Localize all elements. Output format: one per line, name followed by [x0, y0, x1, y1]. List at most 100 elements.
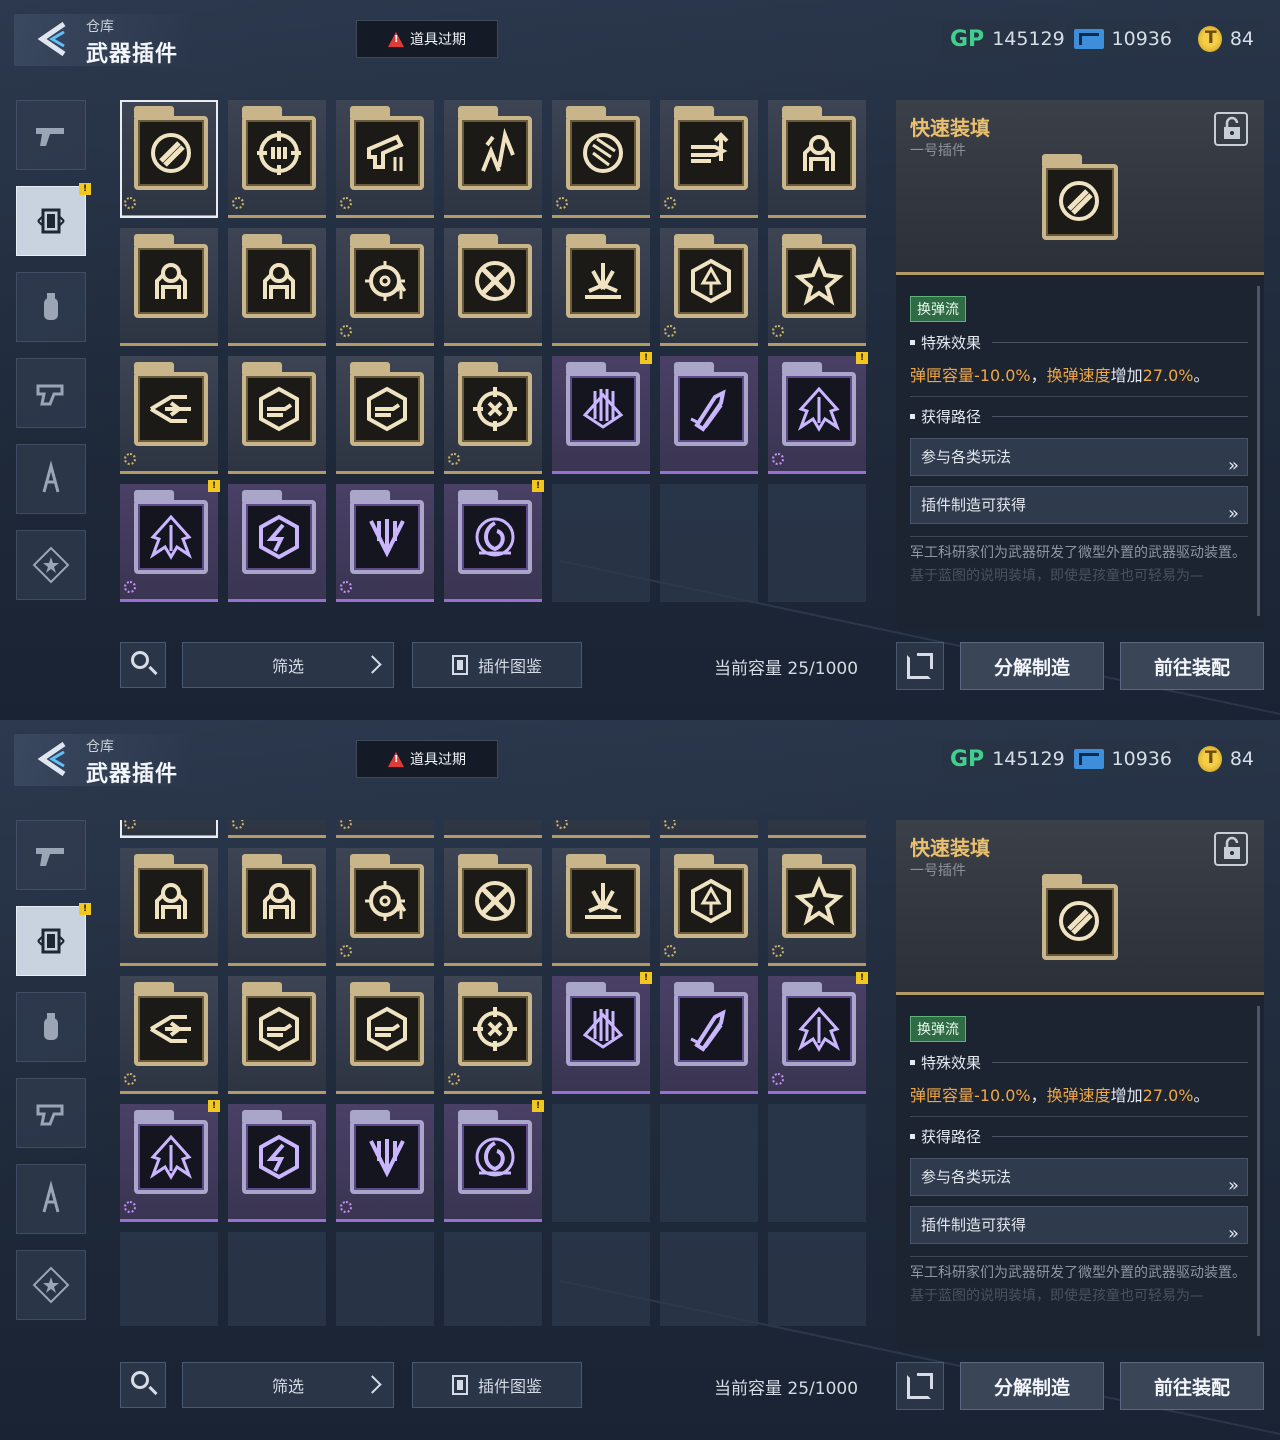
plugin-slot[interactable]	[552, 228, 650, 346]
item-expire-button[interactable]: 道具过期	[356, 740, 498, 778]
plugin-slot[interactable]	[444, 976, 542, 1094]
jet-up-icon	[797, 1006, 841, 1052]
arrows-up-icon	[481, 127, 515, 172]
plugin-slot[interactable]: !	[120, 1100, 220, 1222]
sidebar-tab-star-badge[interactable]	[16, 530, 86, 600]
currency-gp-value: 145129	[992, 28, 1065, 50]
plugin-slot[interactable]	[552, 100, 650, 218]
plugin-slot[interactable]	[120, 356, 218, 474]
plugin-slot[interactable]	[444, 848, 542, 966]
plugin-slot[interactable]	[336, 976, 434, 1094]
plugin-slot[interactable]: !	[768, 972, 868, 1094]
plugin-slot[interactable]	[228, 848, 326, 966]
plugin-codex-button[interactable]: 插件图鉴	[412, 1362, 582, 1408]
plugin-slot[interactable]	[120, 100, 218, 218]
detail-scrollbar[interactable]	[1257, 286, 1260, 616]
plugin-slot[interactable]: !	[120, 480, 220, 602]
plugin-slot[interactable]	[336, 356, 434, 474]
plugin-slot[interactable]	[120, 228, 218, 346]
route-item-gameplay[interactable]: 参与各类玩法 »	[910, 1158, 1248, 1196]
plugin-slot[interactable]	[228, 100, 326, 218]
detail-scrollbar[interactable]	[1257, 1006, 1260, 1336]
equipped-gear-icon	[772, 453, 784, 465]
plugin-slot[interactable]	[768, 820, 866, 838]
plugin-slot[interactable]	[228, 484, 326, 602]
back-arrow-icon[interactable]	[34, 740, 74, 778]
plugin-slot[interactable]	[228, 820, 326, 838]
plugin-slot[interactable]	[228, 228, 326, 346]
plugin-slot[interactable]	[768, 228, 866, 346]
hex-arrow-icon	[691, 258, 731, 304]
sidebar-tab-plugin[interactable]: !	[16, 183, 91, 256]
sidebar-tab-plugin[interactable]: !	[16, 903, 91, 976]
search-button[interactable]	[120, 1362, 166, 1408]
plugin-slot[interactable]	[552, 848, 650, 966]
plugin-slot[interactable]	[336, 848, 434, 966]
filter-button[interactable]: 筛选	[182, 1362, 394, 1408]
plugin-slot[interactable]	[444, 356, 542, 474]
route-item-gameplay[interactable]: 参与各类玩法 »	[910, 438, 1248, 476]
plugin-slot[interactable]	[660, 356, 758, 474]
search-button[interactable]	[120, 642, 166, 688]
equipped-gear-icon	[340, 945, 352, 957]
plugin-slot[interactable]	[228, 976, 326, 1094]
plugin-slot[interactable]	[660, 820, 758, 838]
sidebar-tab-pistol[interactable]	[16, 820, 86, 890]
plugin-slot[interactable]	[336, 820, 434, 838]
plugin-slot[interactable]	[120, 820, 218, 838]
plugin-slot[interactable]	[768, 848, 866, 966]
currency-coin-value: 84	[1229, 28, 1254, 50]
sidebar-tab-pistol[interactable]	[16, 100, 86, 170]
gun-upgrade-icon	[367, 134, 404, 171]
reload-bullets-icon	[1059, 181, 1099, 221]
plugin-slot[interactable]	[660, 228, 758, 346]
lock-button[interactable]	[1214, 112, 1248, 146]
plugin-slot[interactable]	[336, 484, 434, 602]
route-item-crafting[interactable]: 插件制造可获得 »	[910, 486, 1248, 524]
plugin-codex-button[interactable]: 插件图鉴	[412, 642, 582, 688]
filter-button[interactable]: 筛选	[182, 642, 394, 688]
route-item-crafting[interactable]: 插件制造可获得 »	[910, 1206, 1248, 1244]
plugin-slot[interactable]	[336, 228, 434, 346]
sidebar-tab-gadget[interactable]	[16, 358, 86, 428]
item-expire-button[interactable]: 道具过期	[356, 20, 498, 58]
plugin-slot[interactable]	[444, 100, 542, 218]
plugin-chip	[782, 982, 856, 1066]
share-button[interactable]	[896, 1362, 944, 1410]
plugin-chip	[458, 982, 532, 1066]
plugin-slot[interactable]	[660, 100, 758, 218]
plugin-slot[interactable]: !	[552, 352, 652, 474]
dismantle-button[interactable]: 分解制造	[960, 642, 1104, 690]
plugin-slot[interactable]	[444, 228, 542, 346]
plugin-slot[interactable]	[768, 100, 866, 218]
plugin-slot[interactable]	[660, 976, 758, 1094]
plugin-slot[interactable]	[228, 1104, 326, 1222]
share-button[interactable]	[896, 642, 944, 690]
lock-button[interactable]	[1214, 832, 1248, 866]
equip-button[interactable]: 前往装配	[1120, 642, 1264, 690]
plugin-slot[interactable]: !	[768, 352, 868, 474]
plugin-slot[interactable]	[552, 820, 650, 838]
plugin-slot[interactable]: !	[444, 1100, 544, 1222]
sidebar-tab-grenade[interactable]	[16, 992, 86, 1062]
effect-text: 弹匣容量-10.0%，换弹速度增加27.0%。	[910, 1086, 1210, 1105]
plugin-chip	[350, 234, 424, 318]
plugin-slot[interactable]: !	[552, 972, 652, 1094]
plugin-slot[interactable]	[120, 976, 218, 1094]
plugin-slot[interactable]	[336, 1104, 434, 1222]
plugin-slot[interactable]: !	[444, 480, 544, 602]
dismantle-button[interactable]: 分解制造	[960, 1362, 1104, 1410]
plugin-slot[interactable]	[336, 100, 434, 218]
plugin-slot[interactable]	[444, 820, 542, 838]
back-arrow-icon[interactable]	[34, 20, 74, 58]
equipped-gear-icon	[556, 820, 568, 829]
equip-button[interactable]: 前往装配	[1120, 1362, 1264, 1410]
plugin-slot[interactable]	[660, 848, 758, 966]
plugin-slot[interactable]	[120, 848, 218, 966]
sidebar-tab-gadget[interactable]	[16, 1078, 86, 1148]
sidebar-tab-grenade[interactable]	[16, 272, 86, 342]
sidebar-tab-star-badge[interactable]	[16, 1250, 86, 1320]
sidebar-tab-character[interactable]	[16, 1164, 86, 1234]
plugin-slot[interactable]	[228, 356, 326, 474]
sidebar-tab-character[interactable]	[16, 444, 86, 514]
